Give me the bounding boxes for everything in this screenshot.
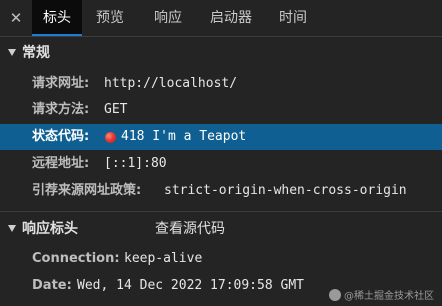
header-key: Date: xyxy=(32,278,72,293)
header-value: Wed, 14 Dec 2022 17:09:58 GMT xyxy=(77,278,304,293)
header-row[interactable]: 远程地址: [::1]:80 xyxy=(0,151,442,177)
tab-timing[interactable]: 时间 xyxy=(268,0,318,36)
response-headers-section-title: 响应标头 xyxy=(22,221,78,237)
header-value: GET xyxy=(104,102,128,117)
response-headers-section-header[interactable]: 响应标头 查看源代码 xyxy=(0,214,442,244)
tab-headers[interactable]: 标头 xyxy=(32,0,82,36)
watermark-text: @稀土掘金技术社区 xyxy=(344,291,434,302)
header-key: 状态代码: xyxy=(32,129,90,144)
tab-response[interactable]: 响应 xyxy=(143,0,193,36)
header-key: Connection: xyxy=(32,251,120,266)
section-divider xyxy=(0,211,442,212)
general-section-title: 常规 xyxy=(22,45,50,61)
header-value: strict-origin-when-cross-origin xyxy=(164,183,407,198)
header-row-status-code[interactable]: 状态代码: 418 I'm a Teapot xyxy=(0,124,442,150)
status-error-icon xyxy=(105,132,116,143)
juejin-logo-icon xyxy=(329,289,341,301)
header-value: http://localhost/ xyxy=(104,76,238,91)
watermark: @稀土掘金技术社区 xyxy=(329,287,434,302)
header-key: 请求方法: xyxy=(32,102,90,117)
header-row[interactable]: 请求方法: GET xyxy=(0,97,442,123)
header-value: [::1]:80 xyxy=(104,156,167,171)
tab-preview[interactable]: 预览 xyxy=(85,0,135,36)
expand-triangle-icon xyxy=(8,225,16,232)
tab-initiator[interactable]: 启动器 xyxy=(200,0,262,36)
header-key: 引荐来源网址政策: xyxy=(32,183,142,198)
general-section-header[interactable]: 常规 xyxy=(0,38,442,68)
header-row[interactable]: 请求网址: http://localhost/ xyxy=(0,71,442,97)
header-row[interactable]: 引荐来源网址政策: strict-origin-when-cross-origi… xyxy=(0,178,442,204)
expand-triangle-icon xyxy=(8,49,16,56)
header-value: 418 I'm a Teapot xyxy=(121,129,247,144)
view-source-button[interactable]: 查看源代码 xyxy=(155,214,225,244)
header-value: keep-alive xyxy=(124,251,203,266)
header-row[interactable]: Connection: keep-alive xyxy=(0,246,442,272)
header-key: 远程地址: xyxy=(32,156,90,171)
close-icon[interactable]: ✕ xyxy=(7,9,25,27)
header-key: 请求网址: xyxy=(32,76,90,91)
tab-bar: ✕ 标头 预览 响应 启动器 时间 xyxy=(0,0,442,37)
